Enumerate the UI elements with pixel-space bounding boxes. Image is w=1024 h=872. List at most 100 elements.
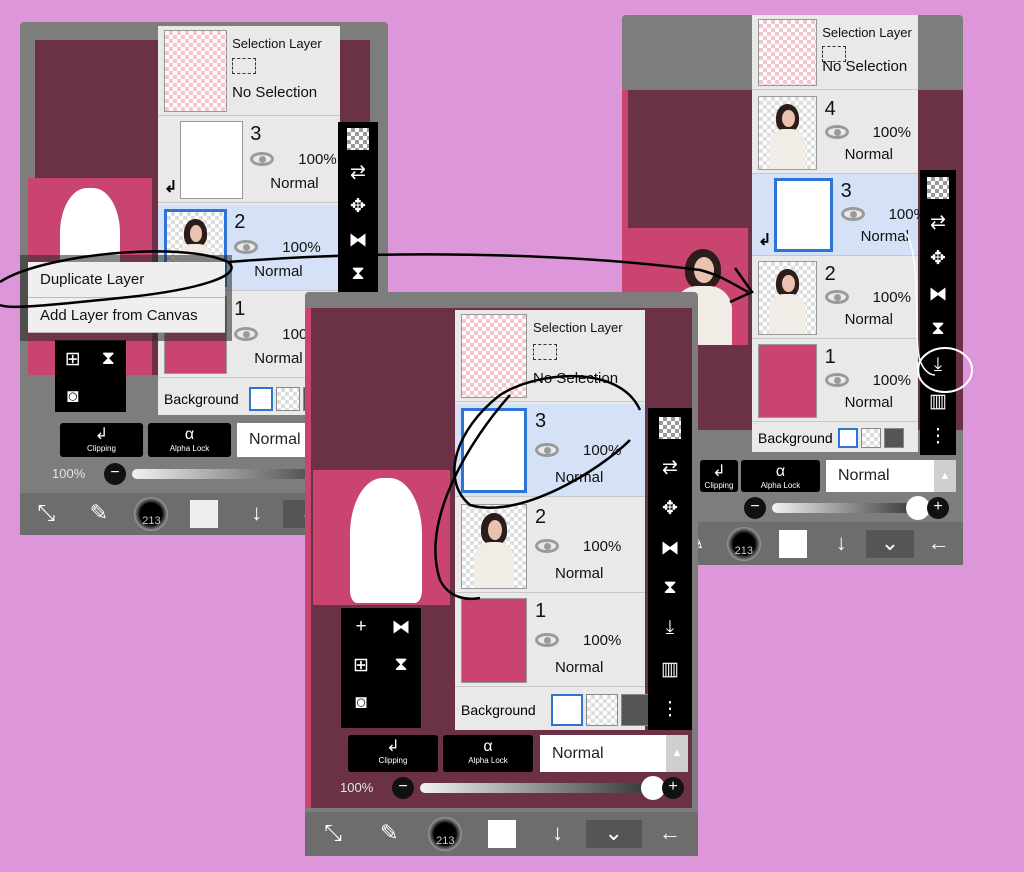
background-white-swatch[interactable]: [551, 694, 583, 726]
add-layer-toolbox: ⊞ ⧗ ◙: [55, 340, 126, 412]
visibility-eye-icon[interactable]: [824, 373, 849, 387]
flip-horizontal-icon[interactable]: ⧓: [648, 537, 692, 560]
dropdown-arrow-icon[interactable]: ▲: [666, 735, 688, 772]
back-icon[interactable]: ←: [914, 530, 963, 558]
merge-down-icon[interactable]: ⤓: [920, 354, 956, 376]
move-icon[interactable]: ✥: [338, 195, 378, 218]
transfer-icon[interactable]: ⇄: [648, 456, 692, 479]
brush-size-indicator[interactable]: 213: [134, 497, 169, 531]
layer-row-2[interactable]: 2 100% Normal: [752, 257, 918, 339]
visibility-eye-icon[interactable]: [824, 125, 849, 139]
opacity-decrease-button[interactable]: −: [104, 463, 126, 485]
transfer-icon[interactable]: ⇄: [338, 161, 378, 184]
selection-status: No Selection: [822, 58, 908, 75]
move-icon[interactable]: ✥: [648, 497, 692, 520]
flip-horizontal-icon[interactable]: ⧓: [338, 229, 378, 252]
alpha-lock-button[interactable]: α Alpha Lock: [741, 460, 820, 492]
clipping-button[interactable]: ↲ Clipping: [348, 735, 438, 772]
color-swatch[interactable]: [190, 500, 218, 528]
move-down-icon[interactable]: ↓: [817, 530, 866, 558]
visibility-eye-icon[interactable]: [535, 442, 559, 457]
layer-row-1[interactable]: 1 100% Normal: [455, 594, 645, 687]
color-swatch[interactable]: [778, 529, 807, 558]
menu-item-add-layer-from-canvas[interactable]: Add Layer from Canvas: [28, 298, 225, 333]
add-layer-icon[interactable]: ⊞: [55, 348, 91, 371]
selection-layer-thumbnail: [461, 314, 527, 398]
background-dark-swatch[interactable]: [884, 428, 905, 448]
transparent-fill-icon[interactable]: [347, 128, 369, 150]
move-down-icon[interactable]: ↓: [230, 500, 283, 528]
brush-icon[interactable]: ✎: [73, 500, 126, 528]
background-white-swatch[interactable]: [249, 387, 274, 411]
add-layer-from-canvas-icon[interactable]: ⊞: [341, 654, 381, 677]
selection-layer-row[interactable]: Selection Layer No Selection: [455, 310, 645, 402]
transparent-fill-icon[interactable]: [659, 417, 681, 440]
visibility-eye-icon[interactable]: [250, 152, 275, 166]
opacity-decrease-button[interactable]: −: [744, 497, 766, 519]
layer-row-3[interactable]: 3 100% Normal: [455, 404, 645, 497]
layer-blend-mode: Normal: [555, 565, 604, 582]
opacity-increase-button[interactable]: +: [662, 777, 684, 799]
opacity-slider-track[interactable]: [420, 783, 654, 793]
layer-row-4[interactable]: 4 100% Normal: [752, 92, 918, 174]
selection-layer-row[interactable]: Selection Layer No Selection: [158, 26, 340, 116]
dropdown-arrow-icon[interactable]: ▲: [934, 460, 956, 492]
alpha-lock-button[interactable]: α Alpha Lock: [443, 735, 533, 772]
menu-item-duplicate-layer[interactable]: Duplicate Layer: [28, 262, 225, 298]
flip-horizontal-icon[interactable]: ⧓: [920, 283, 956, 306]
camera-icon[interactable]: ◙: [341, 692, 381, 714]
merge-icon[interactable]: ⧗: [381, 654, 421, 676]
flip-vertical-icon[interactable]: ⧗: [338, 263, 378, 285]
transform-tool-icon[interactable]: ⤡: [305, 820, 361, 848]
layers-icon[interactable]: ⌄: [585, 820, 642, 848]
selection-status: No Selection: [533, 370, 619, 387]
opacity-slider-track[interactable]: [772, 503, 919, 513]
transparent-fill-icon[interactable]: [927, 176, 949, 199]
trash-icon[interactable]: ▥: [920, 390, 956, 413]
layer-row-3[interactable]: ↲ 3 100% Normal: [158, 117, 340, 203]
brush-size-indicator[interactable]: 213: [726, 526, 761, 561]
background-transparent-swatch[interactable]: [586, 694, 618, 726]
move-down-icon[interactable]: ↓: [530, 820, 586, 848]
flip-vertical-icon[interactable]: ⧗: [648, 577, 692, 599]
no-selection-icon: [232, 58, 257, 75]
add-layer-icon[interactable]: +: [341, 616, 381, 638]
opacity-increase-button[interactable]: +: [927, 497, 949, 519]
visibility-eye-icon[interactable]: [535, 538, 559, 553]
transfer-icon[interactable]: ⇄: [920, 211, 956, 234]
brush-size-indicator[interactable]: 213: [428, 817, 463, 851]
clipping-button[interactable]: ↲ Clipping: [60, 423, 143, 457]
blend-mode-dropdown[interactable]: Normal ▲: [540, 735, 688, 772]
blend-mode-dropdown[interactable]: Normal ▲: [826, 460, 956, 492]
more-icon[interactable]: ⋮: [920, 425, 956, 448]
background-transparent-swatch[interactable]: [861, 428, 882, 448]
merge-icon[interactable]: ⧗: [91, 348, 127, 370]
back-icon[interactable]: ←: [642, 820, 698, 848]
brush-icon[interactable]: ✎: [361, 820, 417, 848]
trash-icon[interactable]: ▥: [648, 658, 692, 681]
background-label: Background: [164, 391, 239, 407]
visibility-eye-icon[interactable]: [234, 327, 259, 341]
background-white-swatch[interactable]: [838, 428, 859, 448]
layer-row-3[interactable]: ↲ 3 100% Normal: [752, 174, 927, 256]
opacity-decrease-button[interactable]: −: [392, 777, 414, 799]
layer-row-1[interactable]: 1 100% Normal: [752, 340, 918, 422]
layers-icon[interactable]: ⌄: [865, 529, 915, 558]
alpha-lock-button[interactable]: α Alpha Lock: [148, 423, 231, 457]
visibility-eye-icon[interactable]: [824, 290, 849, 304]
transform-tool-icon[interactable]: ⤡: [20, 500, 73, 528]
move-icon[interactable]: ✥: [920, 247, 956, 270]
more-icon[interactable]: ⋮: [648, 698, 692, 721]
camera-icon[interactable]: ◙: [55, 386, 91, 408]
visibility-eye-icon[interactable]: [840, 207, 865, 221]
merge-down-icon[interactable]: ⤓: [648, 617, 692, 639]
layer-row-2[interactable]: 2 100% Normal: [455, 500, 645, 593]
flip-layer-icon[interactable]: ⧓: [381, 616, 421, 639]
selection-layer-row[interactable]: Selection Layer No Selection: [752, 15, 918, 90]
visibility-eye-icon[interactable]: [234, 240, 259, 254]
clipping-button[interactable]: ↲ Clipping: [700, 460, 738, 492]
flip-vertical-icon[interactable]: ⧗: [920, 318, 956, 340]
color-swatch[interactable]: [487, 820, 516, 848]
visibility-eye-icon[interactable]: [535, 632, 559, 647]
background-transparent-swatch[interactable]: [276, 387, 301, 411]
